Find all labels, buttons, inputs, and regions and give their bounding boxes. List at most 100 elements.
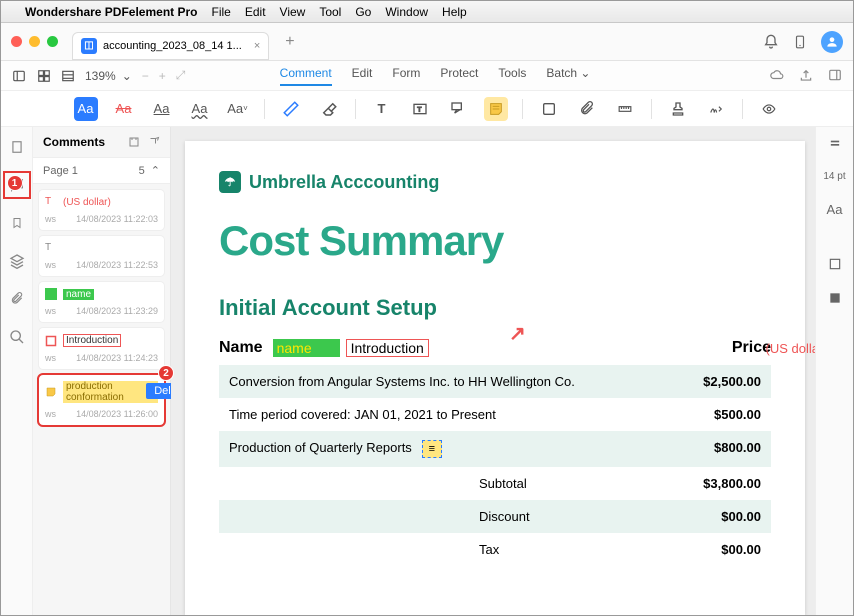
squiggly-tool-icon[interactable]: Aa — [188, 97, 212, 121]
comment-author: ws — [45, 353, 56, 363]
zoom-value: 139% — [85, 69, 116, 83]
measure-tool-icon[interactable] — [613, 97, 637, 121]
document-tab[interactable]: ◫ accounting_2023_08_14 1... × — [72, 32, 269, 60]
menu-file[interactable]: File — [212, 5, 231, 19]
row-label: Conversion from Angular Systems Inc. to … — [229, 374, 575, 389]
arrow-annotation[interactable]: ↗ — [509, 321, 526, 346]
table-row: Time period covered: JAN 01, 2021 to Pre… — [219, 398, 771, 431]
format-icon[interactable] — [826, 137, 844, 151]
tab-edit[interactable]: Edit — [352, 66, 373, 86]
underline-tool-icon[interactable]: Aa — [150, 97, 174, 121]
macos-menubar: Wondershare PDFelement Pro File Edit Vie… — [1, 1, 853, 23]
text-tool-icon[interactable]: T — [370, 97, 394, 121]
comment-author: ws — [45, 260, 56, 270]
row-label: Production of Quarterly Reports — [229, 440, 412, 458]
font-size-label[interactable]: 14 pt — [823, 171, 845, 182]
share-icon[interactable] — [799, 68, 813, 84]
thumbnails-icon[interactable] — [7, 137, 27, 157]
signature-tool-icon[interactable] — [704, 97, 728, 121]
square-outline-icon[interactable] — [826, 257, 844, 271]
eraser-tool-icon[interactable] — [317, 97, 341, 121]
box-annotation[interactable]: Introduction — [346, 339, 429, 357]
tab-form[interactable]: Form — [392, 66, 420, 86]
attachment-tool-icon[interactable] — [575, 97, 599, 121]
new-tab-button[interactable]: + — [277, 29, 302, 55]
export-icon[interactable] — [148, 136, 160, 148]
sidebar-toggle-icon[interactable] — [11, 69, 27, 83]
filter-icon[interactable] — [128, 136, 140, 148]
note-tool-icon[interactable] — [484, 97, 508, 121]
comment-item[interactable]: T(US dollar) ws14/08/2023 11:22:03 — [39, 190, 164, 230]
bookmarks-icon[interactable] — [7, 213, 27, 233]
zoom-control[interactable]: 139% ⌄ — [85, 69, 132, 83]
comment-item[interactable]: Introduction ws14/08/2023 11:24:23 — [39, 328, 164, 369]
attachments-icon[interactable] — [7, 289, 27, 309]
close-window-button[interactable] — [11, 36, 22, 47]
box-annotation-icon — [45, 335, 57, 347]
comments-header: Comments — [33, 127, 170, 157]
comments-page-header[interactable]: Page 1 5 ⌃ — [33, 157, 170, 184]
search-icon[interactable] — [7, 327, 27, 347]
strikethrough-tool-icon[interactable]: Aa — [112, 97, 136, 121]
tab-batch[interactable]: Batch ⌄ — [546, 66, 590, 86]
table-row: Subtotal$3,800.00 — [219, 467, 771, 500]
list-view-icon[interactable] — [61, 69, 75, 83]
stamp-tool-icon[interactable] — [666, 97, 690, 121]
layers-icon[interactable] — [7, 251, 27, 271]
comment-item-selected[interactable]: production conformation ws14/08/2023 11:… — [39, 375, 164, 425]
text-annotation-icon: T — [45, 242, 57, 254]
zoom-in-button[interactable]: + — [159, 69, 166, 83]
tab-close-icon[interactable]: × — [254, 40, 260, 52]
hide-comments-icon[interactable] — [757, 97, 781, 121]
sticky-note-annotation[interactable]: ≡ — [422, 440, 442, 458]
shape-tool-icon[interactable] — [537, 97, 561, 121]
font-aa-icon[interactable]: Aa — [827, 202, 843, 217]
window-controls — [11, 36, 58, 47]
maximize-window-button[interactable] — [47, 36, 58, 47]
highlight-annotation-icon — [45, 288, 57, 300]
minimize-window-button[interactable] — [29, 36, 40, 47]
user-avatar[interactable] — [821, 31, 843, 53]
comment-item[interactable]: name ws14/08/2023 11:23:29 — [39, 282, 164, 322]
row-label: Time period covered: JAN 01, 2021 to Pre… — [229, 407, 496, 422]
brand-name: Umbrella Acccounting — [249, 172, 439, 193]
comment-text: (US dollar) — [63, 197, 111, 208]
fit-icon[interactable]: ⤢ — [176, 68, 186, 83]
panels-icon[interactable] — [827, 68, 843, 84]
app-name[interactable]: Wondershare PDFelement Pro — [25, 5, 198, 19]
row-value: $2,500.00 — [703, 374, 761, 389]
cloud-icon[interactable] — [769, 68, 785, 84]
tab-protect[interactable]: Protect — [440, 66, 478, 86]
tab-tools[interactable]: Tools — [498, 66, 526, 86]
comment-time: 14/08/2023 11:26:00 — [76, 409, 158, 419]
grid-view-icon[interactable] — [37, 69, 51, 83]
menu-edit[interactable]: Edit — [245, 5, 266, 19]
phone-icon[interactable] — [793, 34, 807, 50]
document-canvas[interactable]: ☂ Umbrella Acccounting Cost Summary Init… — [171, 127, 815, 615]
comment-time: 14/08/2023 11:22:03 — [76, 214, 158, 224]
text-annotation[interactable]: (US dolla — [766, 341, 815, 356]
comment-item[interactable]: T ws14/08/2023 11:22:53 — [39, 236, 164, 276]
table-row: Production of Quarterly Reports≡$800.00 — [219, 431, 771, 467]
highlight-tool-icon[interactable]: Aa — [74, 97, 98, 121]
highlight-annotation[interactable]: name — [273, 339, 340, 357]
row-value: $00.00 — [721, 542, 761, 557]
zoom-out-button[interactable]: − — [142, 69, 149, 83]
col-name-label: Name — [219, 339, 263, 357]
menu-window[interactable]: Window — [385, 5, 428, 19]
comments-list: T(US dollar) ws14/08/2023 11:22:03 T ws1… — [33, 184, 170, 431]
chevron-down-icon: ⌄ — [122, 69, 132, 83]
menu-go[interactable]: Go — [355, 5, 371, 19]
table-row: Discount$00.00 — [219, 500, 771, 533]
menu-help[interactable]: Help — [442, 5, 467, 19]
bell-icon[interactable] — [763, 34, 779, 50]
square-fill-icon[interactable] — [826, 291, 844, 305]
menu-tool[interactable]: Tool — [319, 5, 341, 19]
menu-view[interactable]: View — [280, 5, 306, 19]
callout-tool-icon[interactable] — [446, 97, 470, 121]
caret-tool-icon[interactable]: Aa˅ — [226, 97, 250, 121]
view-toolbar: 139% ⌄ − + ⤢ Comment Edit Form Protect To… — [1, 61, 853, 91]
textbox-tool-icon[interactable]: T — [408, 97, 432, 121]
pencil-tool-icon[interactable] — [279, 97, 303, 121]
tab-comment[interactable]: Comment — [280, 66, 332, 86]
